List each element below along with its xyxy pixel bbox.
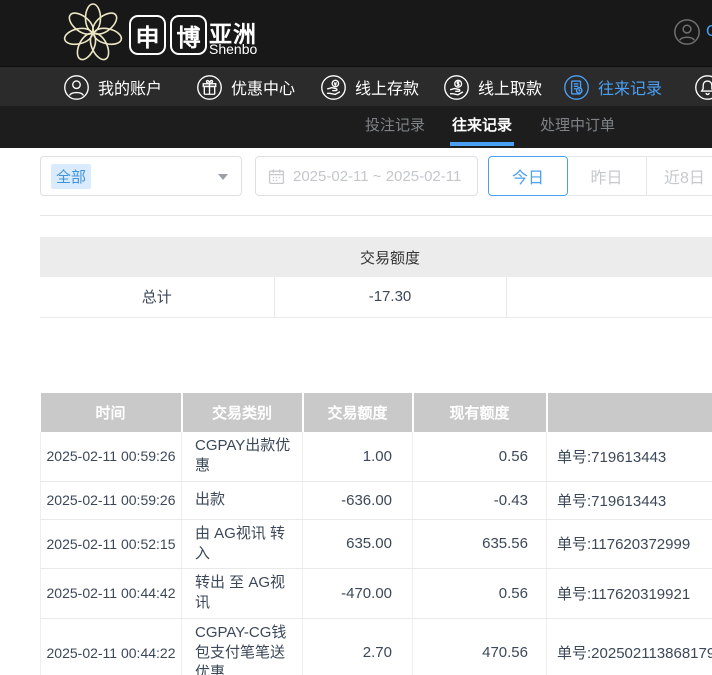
cell-time: 2025-02-11 00:59:26 [41, 481, 182, 519]
col-header-amount: 交易额度 [303, 393, 413, 432]
cell-balance: 470.56 [413, 618, 547, 675]
nav-item-online-deposit[interactable]: 线上存款 [320, 67, 419, 107]
active-tab-underline [450, 142, 514, 146]
account-icon [63, 74, 90, 101]
cell-type: 由 AG视讯 转入 [182, 519, 303, 569]
tab-transaction-records[interactable]: 往来记录 [452, 106, 512, 148]
page: 申 博 亚洲 Shenbo C 我的账户 优惠中心 [0, 0, 712, 675]
sub-nav: 投注记录 往来记录 处理中订单 [0, 106, 712, 148]
nav-item-notifications[interactable] [694, 67, 712, 107]
main-nav: 我的账户 优惠中心 线上存款 线上取款 [0, 66, 712, 106]
cell-time: 2025-02-11 00:44:42 [41, 569, 182, 619]
cell-time: 2025-02-11 00:59:26 [41, 432, 182, 481]
col-header-type: 交易类别 [182, 393, 303, 432]
bell-icon [694, 74, 712, 101]
cell-summary: 单号:719613443 [547, 432, 712, 481]
promo-icon [196, 74, 223, 101]
cell-balance: 635.56 [413, 519, 547, 569]
logo-char-bo: 博 [170, 15, 207, 55]
cell-balance: 0.56 [413, 432, 547, 481]
cell-type: 出款 [182, 481, 303, 519]
chevron-down-icon [218, 174, 228, 180]
table-row: 2025-02-11 00:44:42 转出 至 AG视讯 -470.00 0.… [41, 569, 712, 619]
withdraw-icon [443, 74, 470, 101]
cell-summary: 单号:117620319921 [547, 569, 712, 619]
transactions-table: 时间 交易类别 交易额度 现有额度 摘要 2025-02-11 00:59:26… [40, 393, 712, 675]
cell-balance: -0.43 [413, 481, 547, 519]
summary-table: 交易额度 总计 -17.30 [40, 237, 712, 318]
cell-time: 2025-02-11 00:44:22 [41, 618, 182, 675]
cell-type: CGPAY出款优惠 [182, 432, 303, 481]
summary-header-empty [40, 237, 274, 277]
col-header-balance: 现有额度 [413, 393, 547, 432]
cell-summary: 单号:719613443 [547, 481, 712, 519]
username-text[interactable]: C [706, 23, 712, 41]
cell-balance: 0.56 [413, 569, 547, 619]
col-header-summary: 摘要 [547, 393, 712, 432]
deposit-icon [320, 74, 347, 101]
table-header-row: 时间 交易类别 交易额度 现有额度 摘要 [41, 393, 712, 432]
cell-amount: -636.00 [303, 481, 413, 519]
flower-logo-icon [60, 2, 126, 64]
avatar-icon[interactable] [673, 18, 701, 51]
today-button[interactable]: 今日 [488, 156, 568, 196]
nav-label: 线上取款 [478, 75, 542, 99]
tab-processing-orders[interactable]: 处理中订单 [540, 106, 615, 148]
col-header-time: 时间 [41, 393, 182, 432]
tab-label: 处理中订单 [540, 117, 615, 134]
cell-amount: 2.70 [303, 618, 413, 675]
cell-type: CGPAY-CG钱包支付笔笔送优惠 [182, 618, 303, 675]
tab-betting-records[interactable]: 投注记录 [365, 106, 425, 148]
cell-amount: 1.00 [303, 432, 413, 481]
cell-summary: 单号:202502113868179729 [547, 618, 712, 675]
cell-summary: 单号:117620372999 [547, 519, 712, 569]
summary-header-empty [506, 237, 712, 277]
summary-empty-cell [506, 277, 712, 317]
summary-total-value: -17.30 [274, 277, 506, 317]
nav-item-promotions[interactable]: 优惠中心 [196, 67, 295, 107]
dropdown-selected-value: 全部 [51, 164, 91, 189]
summary-total-label: 总计 [40, 277, 274, 317]
yesterday-button[interactable]: 昨日 [567, 156, 647, 196]
records-icon [563, 74, 590, 101]
cell-type: 转出 至 AG视讯 [182, 569, 303, 619]
date-range-value: 2025-02-11 ~ 2025-02-11 [293, 168, 461, 185]
section-divider [40, 215, 712, 216]
cell-amount: 635.00 [303, 519, 413, 569]
table-row: 2025-02-11 00:52:15 由 AG视讯 转入 635.00 635… [41, 519, 712, 569]
cell-time: 2025-02-11 00:52:15 [41, 519, 182, 569]
tab-label: 往来记录 [452, 117, 512, 134]
calendar-icon [268, 168, 285, 185]
logo-subtitle: Shenbo [209, 41, 257, 57]
table-row: 2025-02-11 00:44:22 CGPAY-CG钱包支付笔笔送优惠 2.… [41, 618, 712, 675]
date-range-input[interactable]: 2025-02-11 ~ 2025-02-11 [255, 156, 478, 196]
summary-header-amount: 交易额度 [274, 237, 506, 277]
table-row: 2025-02-11 00:59:26 CGPAY出款优惠 1.00 0.56 … [41, 432, 712, 481]
nav-item-transaction-records[interactable]: 往来记录 [563, 67, 662, 107]
nav-label: 线上存款 [355, 75, 419, 99]
logo-char-shen: 申 [129, 15, 166, 55]
nav-item-my-account[interactable]: 我的账户 [63, 67, 162, 107]
cell-amount: -470.00 [303, 569, 413, 619]
tab-label: 投注记录 [365, 117, 425, 134]
transaction-type-dropdown[interactable]: 全部 [40, 156, 242, 196]
last-8-days-button[interactable]: 近8日 [646, 156, 712, 196]
nav-label: 往来记录 [598, 75, 662, 99]
nav-label: 我的账户 [98, 75, 162, 99]
nav-label: 优惠中心 [231, 75, 295, 99]
table-row: 2025-02-11 00:59:26 出款 -636.00 -0.43 单号:… [41, 481, 712, 519]
nav-item-online-withdraw[interactable]: 线上取款 [443, 67, 542, 107]
top-header: 申 博 亚洲 Shenbo C [0, 0, 712, 66]
